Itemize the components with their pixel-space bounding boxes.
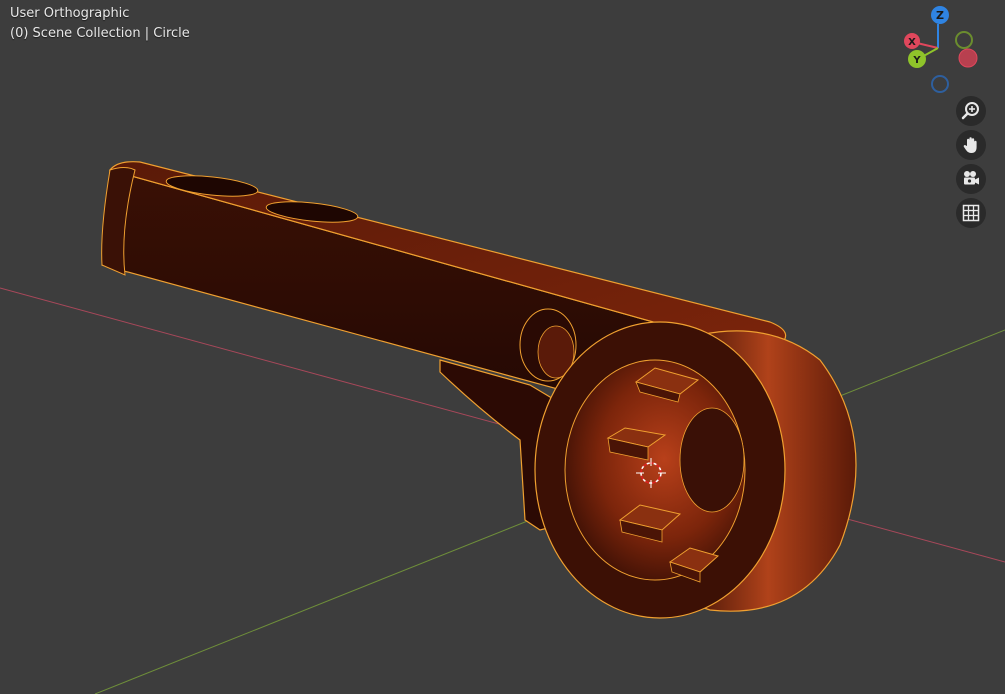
hand-pan-icon: [963, 137, 977, 153]
grid-icon: [962, 204, 980, 222]
3d-viewport[interactable]: User Orthographic (0) Scene Collection |…: [0, 0, 1005, 694]
camera-button[interactable]: [956, 164, 986, 194]
selected-model-circle[interactable]: [0, 0, 1005, 694]
zoom-button[interactable]: [956, 96, 986, 126]
camera-icon: [964, 171, 979, 185]
model-ring-bore-far: [679, 407, 745, 513]
navigation-buttons: [956, 96, 986, 232]
viewport-info: User Orthographic (0) Scene Collection |…: [10, 4, 190, 44]
pan-button[interactable]: [956, 130, 986, 160]
zoom-icon: [961, 102, 979, 120]
view-name: User Orthographic: [10, 6, 130, 21]
perspective-toggle-button[interactable]: [956, 198, 986, 228]
collection-info: (0) Scene Collection | Circle: [10, 26, 190, 41]
